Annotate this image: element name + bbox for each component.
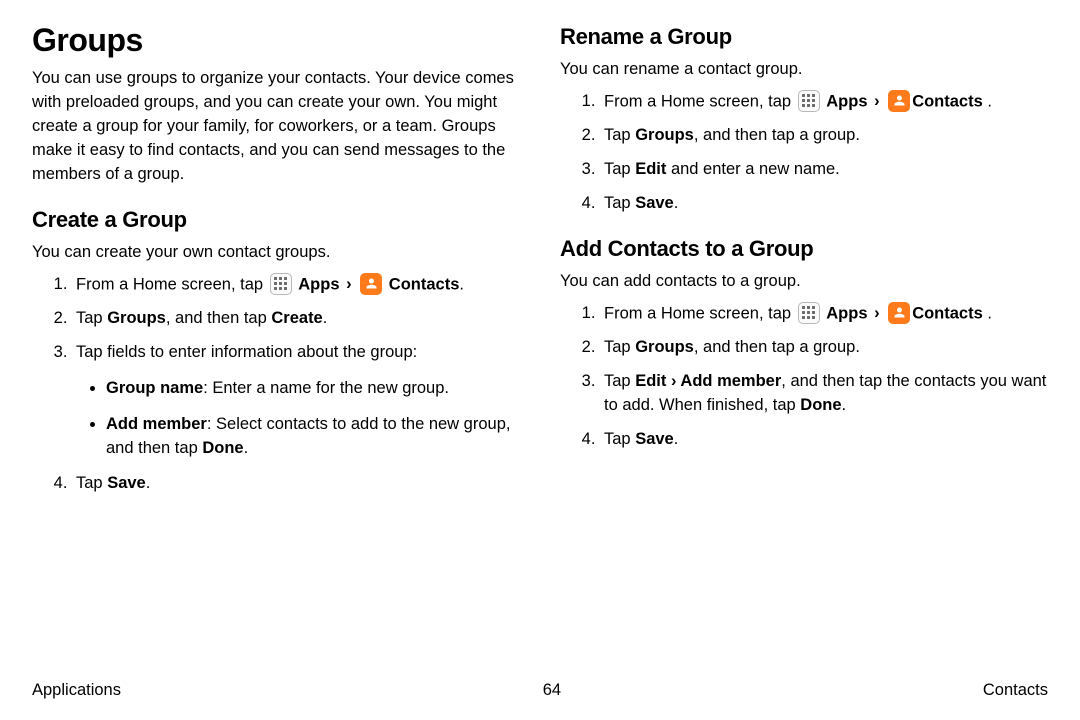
step-text: Tap xyxy=(76,309,107,327)
step-text: From a Home screen, tap xyxy=(604,304,796,322)
period: . xyxy=(323,309,328,327)
step-text: Tap xyxy=(76,474,107,492)
period: . xyxy=(983,92,992,110)
step-text: , and then tap a group. xyxy=(694,126,860,144)
add-contacts-steps: From a Home screen, tap Apps › Contacts … xyxy=(560,302,1048,452)
list-item: From a Home screen, tap Apps › Contacts … xyxy=(600,90,1048,114)
apps-icon xyxy=(270,273,292,295)
rename-group-steps: From a Home screen, tap Apps › Contacts … xyxy=(560,90,1048,216)
footer-section-right: Contacts xyxy=(983,681,1048,700)
list-item: Tap Edit and enter a new name. xyxy=(600,158,1048,182)
step-text: Tap xyxy=(604,430,635,448)
list-item: Tap Groups, and then tap Create. xyxy=(72,307,520,331)
right-column: Rename a Group You can rename a contact … xyxy=(560,22,1048,662)
groups-label: Groups xyxy=(107,309,166,327)
period: . xyxy=(674,430,679,448)
step-text: Tap fields to enter information about th… xyxy=(76,343,417,361)
groups-label: Groups xyxy=(635,338,694,356)
step-text: Tap xyxy=(604,194,635,212)
save-label: Save xyxy=(635,194,674,212)
contacts-label: Contacts xyxy=(912,304,983,322)
period: . xyxy=(244,439,249,457)
list-item: From a Home screen, tap Apps › Contacts … xyxy=(600,302,1048,326)
step-text: and enter a new name. xyxy=(666,160,839,178)
intro-paragraph: You can use groups to organize your cont… xyxy=(32,67,520,187)
rename-group-heading: Rename a Group xyxy=(560,24,1048,50)
step-text: From a Home screen, tap xyxy=(604,92,796,110)
save-label: Save xyxy=(107,474,146,492)
page-title: Groups xyxy=(32,22,520,59)
create-group-heading: Create a Group xyxy=(32,207,520,233)
add-member-label: Add member xyxy=(106,415,207,433)
contacts-icon xyxy=(888,302,910,324)
apps-label: Apps xyxy=(826,304,867,322)
step-text: Tap xyxy=(604,338,635,356)
apps-label: Apps xyxy=(826,92,867,110)
rename-group-desc: You can rename a contact group. xyxy=(560,58,1048,82)
breadcrumb-separator: › xyxy=(874,304,880,322)
step-text: From a Home screen, tap xyxy=(76,275,268,293)
done-label: Done xyxy=(202,439,243,457)
period: . xyxy=(842,396,847,414)
footer-section-left: Applications xyxy=(32,681,121,700)
create-group-steps: From a Home screen, tap Apps › Contacts.… xyxy=(32,273,520,497)
list-item: Add member: Select contacts to add to th… xyxy=(106,413,520,461)
footer-page-number: 64 xyxy=(543,681,561,700)
done-label: Done xyxy=(800,396,841,414)
group-name-label: Group name xyxy=(106,379,203,397)
add-contacts-heading: Add Contacts to a Group xyxy=(560,236,1048,262)
contacts-label: Contacts xyxy=(912,92,983,110)
left-column: Groups You can use groups to organize yo… xyxy=(32,22,520,662)
period: . xyxy=(459,275,464,293)
list-item: Tap Groups, and then tap a group. xyxy=(600,336,1048,360)
step-text: Tap xyxy=(604,126,635,144)
field-bullets: Group name: Enter a name for the new gro… xyxy=(76,377,520,461)
create-label: Create xyxy=(271,309,322,327)
page-footer: Applications 64 Contacts xyxy=(32,681,1048,700)
edit-label: Edit xyxy=(635,372,666,390)
step-text: Tap xyxy=(604,372,635,390)
list-item: Tap Save. xyxy=(72,472,520,496)
step-text: Tap xyxy=(604,160,635,178)
contacts-icon xyxy=(360,273,382,295)
period: . xyxy=(983,304,992,322)
groups-label: Groups xyxy=(635,126,694,144)
period: . xyxy=(674,194,679,212)
list-item: Tap fields to enter information about th… xyxy=(72,341,520,461)
contacts-icon xyxy=(888,90,910,112)
apps-label: Apps xyxy=(298,275,339,293)
list-item: Group name: Enter a name for the new gro… xyxy=(106,377,520,401)
add-member-label: Add member xyxy=(680,372,781,390)
apps-icon xyxy=(798,302,820,324)
step-text: , and then tap xyxy=(166,309,272,327)
contacts-label: Contacts xyxy=(389,275,460,293)
breadcrumb-separator: › xyxy=(346,275,352,293)
bullet-text: : Enter a name for the new group. xyxy=(203,379,449,397)
breadcrumb-separator: › xyxy=(666,372,680,390)
create-group-desc: You can create your own contact groups. xyxy=(32,241,520,265)
list-item: Tap Edit › Add member, and then tap the … xyxy=(600,370,1048,418)
breadcrumb-separator: › xyxy=(874,92,880,110)
add-contacts-desc: You can add contacts to a group. xyxy=(560,270,1048,294)
list-item: Tap Save. xyxy=(600,428,1048,452)
period: . xyxy=(146,474,151,492)
save-label: Save xyxy=(635,430,674,448)
list-item: Tap Groups, and then tap a group. xyxy=(600,124,1048,148)
step-text: , and then tap a group. xyxy=(694,338,860,356)
edit-label: Edit xyxy=(635,160,666,178)
list-item: Tap Save. xyxy=(600,192,1048,216)
apps-icon xyxy=(798,90,820,112)
list-item: From a Home screen, tap Apps › Contacts. xyxy=(72,273,520,297)
